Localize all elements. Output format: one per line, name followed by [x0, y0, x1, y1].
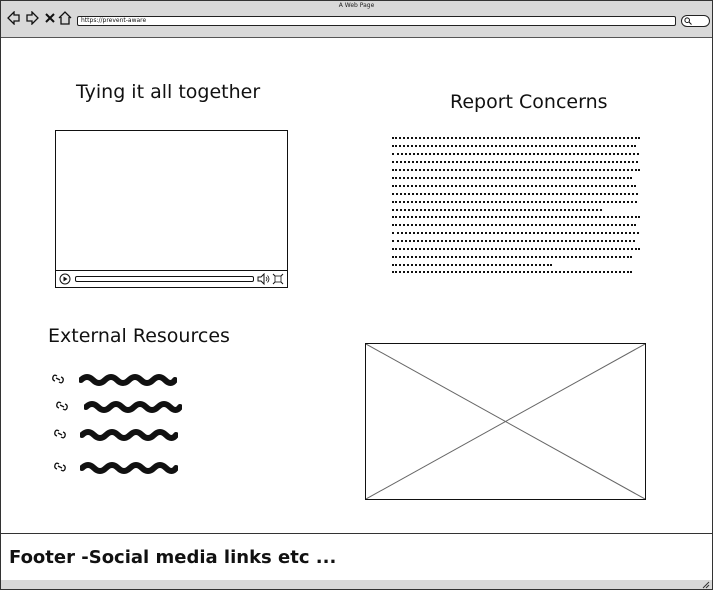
report-section-heading: Report Concerns	[450, 91, 608, 113]
search-icon	[684, 17, 692, 25]
back-icon[interactable]	[7, 11, 21, 25]
home-icon[interactable]	[58, 11, 72, 25]
report-paragraph-1	[392, 137, 640, 217]
link-icon	[56, 401, 68, 411]
fullscreen-icon[interactable]	[272, 273, 284, 285]
video-section-heading: Tying it all together	[76, 81, 261, 103]
browser-toolbar: A Web Page https://prevent-aware	[1, 1, 712, 38]
resource-link-scribble	[80, 462, 178, 474]
resource-link[interactable]	[51, 426, 191, 442]
video-player[interactable]	[55, 130, 288, 288]
report-paragraph-2	[392, 216, 640, 272]
footer: Footer -Social media links etc ...	[1, 533, 712, 581]
resource-link[interactable]	[51, 398, 191, 414]
link-icon	[52, 374, 64, 384]
resource-link[interactable]	[51, 371, 191, 387]
video-controls	[56, 270, 287, 287]
play-icon[interactable]	[59, 273, 71, 285]
volume-icon[interactable]	[257, 273, 270, 285]
address-bar[interactable]: https://prevent-aware	[77, 16, 676, 26]
browser-search-box[interactable]	[681, 15, 710, 27]
footer-text: Footer -Social media links etc ...	[9, 547, 337, 568]
resize-grip-icon[interactable]	[702, 581, 710, 589]
image-placeholder	[365, 343, 646, 500]
resource-link-scribble	[80, 429, 178, 441]
status-bar	[1, 580, 712, 589]
resource-link-scribble	[79, 374, 177, 386]
browser-window: A Web Page https://prevent-aware Tying i…	[0, 0, 713, 590]
link-icon	[54, 462, 66, 472]
forward-icon[interactable]	[25, 11, 39, 25]
resource-link-scribble	[84, 401, 182, 413]
window-title: A Web Page	[338, 2, 375, 9]
report-paragraph-3	[392, 271, 632, 279]
resource-link[interactable]	[51, 459, 191, 475]
stop-icon[interactable]	[43, 11, 57, 25]
link-icon	[54, 429, 66, 439]
resources-section-heading: External Resources	[48, 325, 230, 347]
video-progress-bar[interactable]	[75, 276, 254, 282]
image-placeholder-cross	[366, 344, 645, 499]
